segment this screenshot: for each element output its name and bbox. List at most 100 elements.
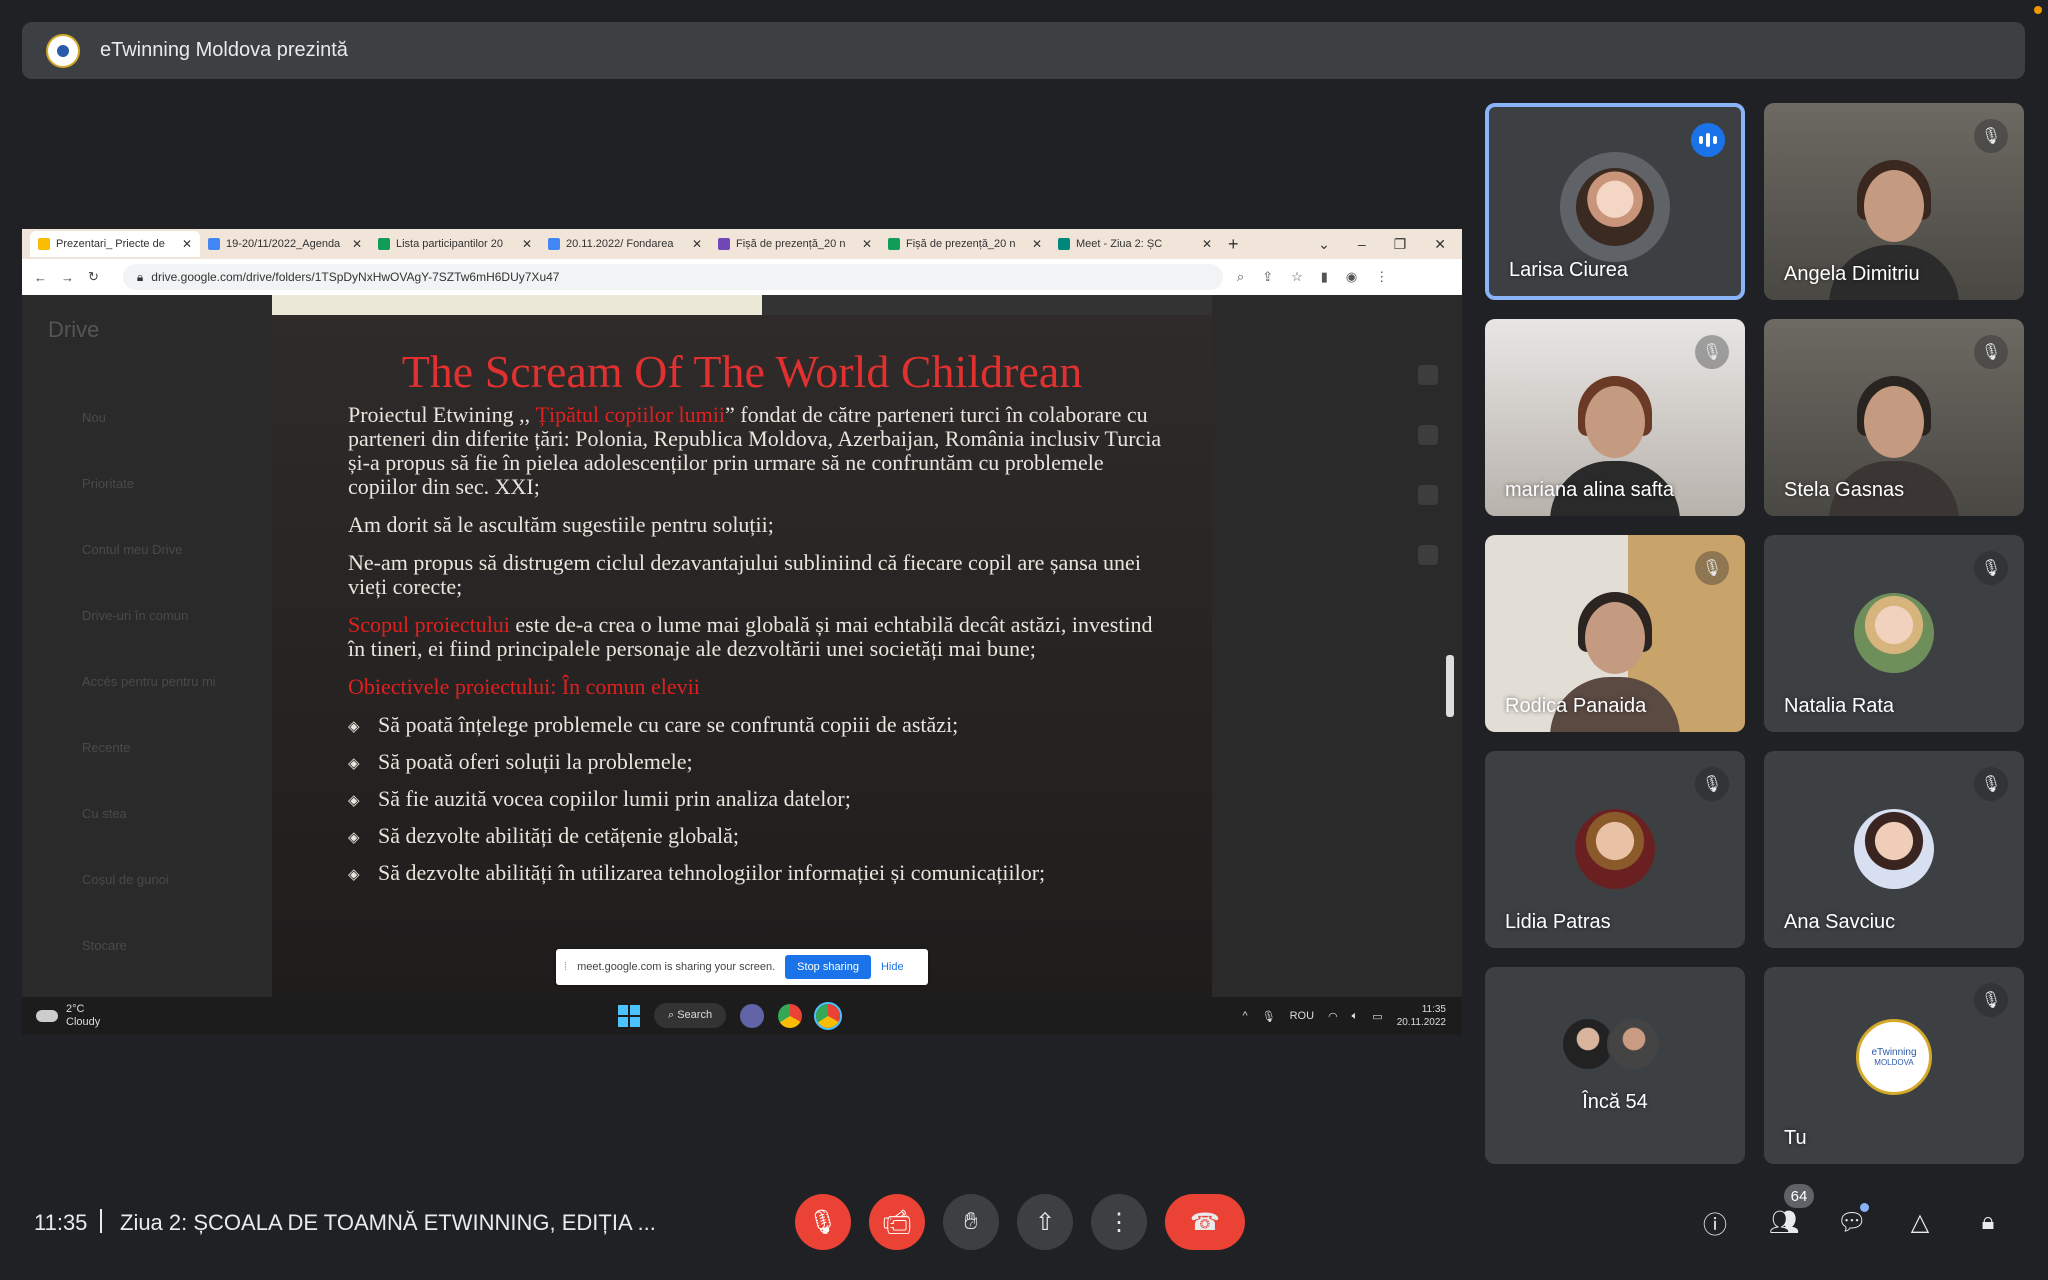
profile-icon[interactable]: ◉	[1346, 269, 1357, 285]
close-icon[interactable]: ✕	[1202, 237, 1212, 251]
meeting-info-button[interactable]: ⓘ	[1697, 1204, 1733, 1240]
url-field[interactable]: 🔒︎ drive.google.com/drive/folders/1TSpDy…	[122, 264, 1223, 290]
slide-paragraph: Ne-am propus să distrugem ciclul dezavan…	[348, 550, 1141, 599]
drag-handle-icon[interactable]: ⁞	[564, 961, 567, 973]
hide-button[interactable]: Hide	[881, 961, 904, 973]
host-controls-button[interactable]: 🔒︎	[1970, 1204, 2006, 1240]
more-options-button[interactable]: ⋮	[1091, 1194, 1147, 1250]
close-icon[interactable]: ✕	[1032, 237, 1042, 251]
scrollbar[interactable]	[1446, 655, 1454, 717]
present-screen-icon: ⇧	[1034, 1208, 1056, 1236]
browser-tab[interactable]: Lista participantilor 20 ✕	[370, 231, 540, 257]
self-tile[interactable]: eTwinning MOLDOVA 🎙︎ Tu	[1764, 967, 2024, 1164]
weather-temp: 2°C	[66, 1003, 85, 1015]
drive-nav-item[interactable]: Nou	[82, 385, 216, 451]
microphone-icon[interactable]: 🎙︎	[1262, 1010, 1276, 1023]
language-indicator[interactable]: ROU	[1290, 1010, 1314, 1022]
taskbar-clock[interactable]: 11:35 20.11.2022	[1397, 1003, 1446, 1029]
activities-icon: △	[1910, 1208, 1930, 1236]
drive-nav-item[interactable]: Cu stea	[82, 781, 216, 847]
calendar-icon[interactable]	[1418, 365, 1438, 385]
chrome-icon[interactable]	[814, 1001, 843, 1030]
restore-icon[interactable]: ❐	[1394, 236, 1407, 253]
camera-off-icon: 📹︎	[881, 1208, 913, 1236]
windows-start-icon[interactable]	[618, 1004, 640, 1027]
contacts-icon[interactable]	[1418, 545, 1438, 565]
close-icon[interactable]: ✕	[862, 237, 872, 251]
participant-tile[interactable]: 🎙︎ Ana Savciuc	[1764, 751, 2024, 948]
more-participants-tile[interactable]: Încă 54	[1485, 967, 1745, 1164]
participant-tile[interactable]: 🎙︎ Angela Dimitriu	[1764, 103, 2024, 300]
drive-nav-item[interactable]: Drive-uri în comun	[82, 583, 216, 649]
people-button[interactable]: 👥︎	[1766, 1204, 1802, 1240]
close-window-icon[interactable]: ✕	[1434, 236, 1446, 253]
wifi-icon[interactable]: ◠	[1328, 1010, 1338, 1023]
mic-off-icon: 🎙︎	[1695, 551, 1729, 585]
forward-icon[interactable]: →	[61, 270, 74, 285]
recording-indicator	[2034, 6, 2042, 14]
browser-tab[interactable]: Fișă de prezență_20 n ✕	[880, 231, 1050, 257]
leave-call-button[interactable]: ☎︎	[1165, 1194, 1245, 1250]
teams-icon[interactable]	[740, 1003, 765, 1028]
drive-side-panel	[1418, 365, 1442, 565]
menu-icon[interactable]: ⋮	[1375, 269, 1388, 285]
activities-button[interactable]: △	[1902, 1204, 1938, 1240]
address-bar-icons: ⌕ ⇪ ☆ ▮ ◉ ⋮	[1237, 269, 1388, 285]
browser-tab[interactable]: 19-20/11/2022_Agenda ✕	[200, 231, 370, 257]
stop-sharing-button[interactable]: Stop sharing	[785, 955, 871, 979]
participant-tile[interactable]: Larisa Ciurea	[1485, 103, 1745, 300]
mic-off-icon: 🎙︎	[1695, 767, 1729, 801]
new-tab-icon[interactable]: +	[1228, 234, 1239, 255]
close-icon[interactable]: ✕	[522, 237, 532, 251]
lock-person-icon: 🔒︎	[1981, 1208, 1995, 1235]
window-controls: ⌄ – ❐ ✕	[1318, 236, 1462, 253]
mic-off-icon: 🎙︎	[807, 1208, 839, 1236]
participant-tile[interactable]: 🎙︎ Stela Gasnas	[1764, 319, 2024, 516]
chevron-down-icon[interactable]: ⌄	[1318, 236, 1330, 253]
slide-thumbnail-strip	[762, 295, 1212, 315]
close-icon[interactable]: ✕	[692, 237, 702, 251]
raise-hand-button[interactable]: ✋︎	[943, 1194, 999, 1250]
hand-icon: ✋︎	[964, 1208, 978, 1235]
participant-tile[interactable]: 🎙︎ Rodica Panaida	[1485, 535, 1745, 732]
taskbar-apps: ⌕ Search	[618, 1001, 843, 1030]
browser-tab[interactable]: Fișă de prezență_20 n ✕	[710, 231, 880, 257]
drive-nav-item[interactable]: Stocare	[82, 913, 216, 979]
chrome-icon[interactable]	[778, 1003, 803, 1028]
present-button[interactable]: ⇧	[1017, 1194, 1073, 1250]
etwinning-logo: eTwinning MOLDOVA	[1856, 1019, 1932, 1095]
star-icon[interactable]: ☆	[1291, 269, 1303, 285]
back-icon[interactable]: ←	[34, 270, 47, 285]
minimize-icon[interactable]: –	[1358, 236, 1366, 253]
drive-nav-item[interactable]: Contul meu Drive	[82, 517, 216, 583]
keep-icon[interactable]	[1418, 425, 1438, 445]
drive-nav-item[interactable]: Prioritate	[82, 451, 216, 517]
drive-nav-item[interactable]: Recente	[82, 715, 216, 781]
drive-nav-item[interactable]: Accés pentru pentru mi	[82, 649, 216, 715]
share-icon[interactable]: ⇪	[1262, 269, 1273, 285]
browser-tab[interactable]: Prezentari_ Priecte de ✕	[30, 231, 200, 257]
weather-widget[interactable]: 2°C Cloudy	[36, 1003, 100, 1029]
reload-icon[interactable]: ↻	[88, 269, 99, 285]
browser-tab[interactable]: Meet - Ziua 2: ȘC ✕	[1050, 231, 1220, 257]
close-icon[interactable]: ✕	[182, 237, 192, 251]
camera-toggle-button[interactable]: 📹︎	[869, 1194, 925, 1250]
tasks-icon[interactable]	[1418, 485, 1438, 505]
participant-tile[interactable]: 🎙︎ mariana alina safta	[1485, 319, 1745, 516]
divider	[100, 1209, 102, 1233]
browser-tab[interactable]: 20.11.2022/ Fondarea ✕	[540, 231, 710, 257]
sidebar-icon[interactable]: ▮	[1321, 269, 1328, 285]
participant-tile[interactable]: 🎙︎ Lidia Patras	[1485, 751, 1745, 948]
drive-nav-item[interactable]: Coșul de gunoi	[82, 847, 216, 913]
participant-tile[interactable]: 🎙︎ Natalia Rata	[1764, 535, 2024, 732]
shared-screen: Prezentari_ Priecte de ✕ 19-20/11/2022_A…	[22, 229, 1462, 1035]
objective-item: Să dezvolte abilități de cetățenie globa…	[348, 824, 1168, 851]
drive-logo: Drive	[48, 317, 100, 342]
battery-icon[interactable]: ▭	[1372, 1010, 1382, 1023]
taskbar-search[interactable]: ⌕ Search	[654, 1003, 727, 1028]
volume-icon[interactable]: 🔈︎	[1352, 1010, 1359, 1023]
close-icon[interactable]: ✕	[352, 237, 362, 251]
mic-toggle-button[interactable]: 🎙︎	[795, 1194, 851, 1250]
chevron-up-icon[interactable]: ^	[1242, 1010, 1247, 1022]
zoom-icon[interactable]: ⌕	[1237, 269, 1244, 285]
